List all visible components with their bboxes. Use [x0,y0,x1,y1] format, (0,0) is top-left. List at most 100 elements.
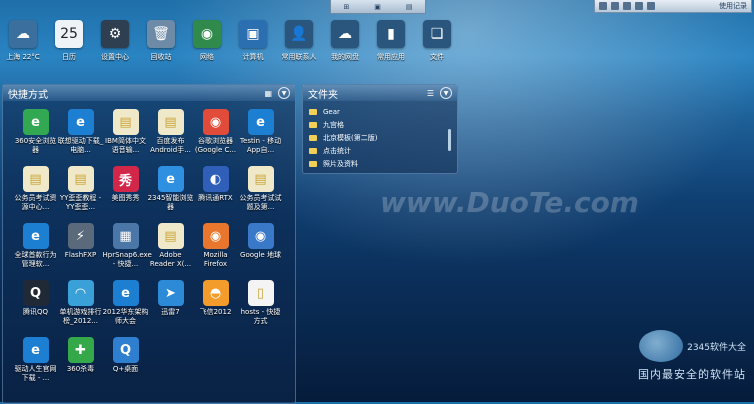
contacts-icon: 👤 [285,20,313,48]
shortcut-item[interactable]: ▤ YY歪歪教程 -YY歪歪... [58,166,103,223]
dock-item[interactable]: ☁ 上海 22°C [0,20,46,66]
folder-panel: 文件夹 ☰ ▼ Gear 九宫格 北京模板(第二版) 点击统计 照片及资料 [302,84,458,174]
shortcut-icon: ▤ [22,166,49,192]
folder-scrollbar[interactable] [448,129,451,151]
tray-icon-3[interactable] [623,2,631,10]
shortcut-item[interactable]: ▤ IBM简体中文语音输... [103,109,148,166]
shortcut-item[interactable]: Q Q+桌面 [103,337,148,394]
shortcut-item[interactable]: e 全球首款行为管理软... [13,223,58,280]
folder-icon [309,121,317,128]
shortcut-icon: e [157,166,184,192]
globe-icon: ◉ [193,20,221,48]
folder-icon [309,160,317,167]
grid-view-icon[interactable]: ▦ [264,89,272,98]
tray-login-text[interactable]: 使用记录 [719,1,747,11]
shortcut-item[interactable]: ✚ 360杀毒 [58,337,103,394]
dock-item[interactable]: ◉ 网络 [184,20,230,66]
tray-icon-5[interactable] [647,2,655,10]
shortcut-item[interactable]: ◉ Google 地球 [238,223,283,280]
shortcut-item[interactable]: ⚡ FlashFXP [58,223,103,280]
folder-item-label: 北京模板(第二版) [323,133,378,142]
shortcut-icon: e [112,280,139,306]
shortcut-item[interactable]: e 驱动人生官网下载 - ... [13,337,58,394]
dock-item-label: 网络 [200,53,214,61]
folder-item-label: Gear [323,107,340,116]
folder-item[interactable]: 照片及资料 [309,157,377,170]
shortcut-item[interactable]: ◉ 谷歌浏览器(Google C... [193,109,238,166]
top-center-bar: ⊞ ▣ ▤ [330,0,426,14]
shortcut-item[interactable]: ▤ 公务员考试资源中心... [13,166,58,223]
shortcut-label: Mozilla Firefox [203,251,228,268]
shortcut-item[interactable]: ▤ Adobe Reader X(... [148,223,193,280]
tray-icon-1[interactable] [599,2,607,10]
dock-item[interactable]: 👤 常用联系人 [276,20,322,66]
folder-item-label: 九宫格 [323,120,344,129]
gear-icon: ⚙ [101,20,129,48]
shortcut-item[interactable]: ◉ Mozilla Firefox [193,223,238,280]
dock-item-label: 文件 [430,53,444,61]
cloud-weather-icon: ☁ [9,20,37,48]
shortcut-item[interactable]: ◐ 腾讯通RTX [193,166,238,223]
folder-menu-icon[interactable]: ▼ [440,87,452,99]
dock-item[interactable]: ▣ 计算机 [230,20,276,66]
shortcut-item[interactable]: ▯ hosts - 快捷方式 [238,280,283,337]
bottom-slogan: 国内最安全的软件站 [638,368,746,381]
folder-item[interactable]: Gear [309,105,377,118]
dock-item[interactable]: 🗑 回收站 [138,20,184,66]
shortcut-item[interactable]: e 联想驱动下载_电脑... [58,109,103,166]
shortcut-item[interactable]: ▤ 公务员考试试题及第... [238,166,283,223]
shortcut-label: 公务员考试试题及第... [239,194,282,211]
shortcut-item[interactable]: ◠ 单机游戏排行榜_2012... [58,280,103,337]
shortcut-item[interactable]: ◓ 飞信2012 [193,280,238,337]
folder-item-label: 照片及资料 [323,159,358,168]
shortcut-item[interactable]: e 2012华东架构师大会 [103,280,148,337]
dock-item[interactable]: ⚙ 设置中心 [92,20,138,66]
dock-item[interactable]: ☁ 我的网盘 [322,20,368,66]
dock-item[interactable]: 25 日历 [46,20,92,66]
tray-icon-2[interactable] [611,2,619,10]
dock-item-label: 上海 22°C [6,53,40,61]
folder-item[interactable]: 点击统计 [309,144,377,157]
shortcut-label: 腾讯QQ [22,308,49,316]
shortcut-grid: e 360安全浏览器 e 联想驱动下载_电脑... ▤ IBM简体中文语音输... ▤ 百度发… [13,109,283,394]
panel-menu-icon[interactable]: ▼ [278,87,290,99]
shortcut-icon: ▤ [157,109,184,135]
top-dock: ☁ 上海 22°C 25 日历 ⚙ 设置中心 🗑 回收站 ◉ 网络 ▣ 计算机 👤 常用联系人 ☁ 我的网盘 ▮… [0,20,754,66]
shortcut-item[interactable]: Q 腾讯QQ [13,280,58,337]
list-view-icon[interactable]: ☰ [427,89,434,98]
shortcut-item[interactable]: ▤ 百度发布 Android手... [148,109,193,166]
app-icon[interactable]: ▤ [406,3,413,11]
folder-icon [309,134,317,141]
shortcut-item[interactable]: ▦ HprSnap6.exe - 快捷... [103,223,152,280]
shortcuts-title: 快捷方式 [8,89,48,101]
windows-icon[interactable]: ⊞ [343,3,349,11]
shortcut-icon: ▦ [112,223,139,249]
dock-item-label: 常用应用 [377,53,405,61]
dock-item[interactable]: ▮ 常用应用 [368,20,414,66]
shortcut-label: hosts - 快捷方式 [240,308,281,325]
folder-item[interactable]: 北京模板(第二版) [309,131,377,144]
shortcut-item[interactable]: e 360安全浏览器 [13,109,58,166]
shortcut-label: 联想驱动下载_电脑... [57,137,104,154]
shortcut-item[interactable]: e Testin - 移动App自... [238,109,283,166]
shortcut-label: Q+桌面 [112,365,139,373]
shortcut-item[interactable]: e 2345智能浏览器 [148,166,193,223]
shortcut-item[interactable]: ➤ 迅雷7 [148,280,193,337]
switch-icon[interactable]: ▣ [374,3,381,11]
shortcuts-panel-header: 快捷方式 ▦ ▼ [3,85,295,101]
dock-item[interactable]: ❏ 文件 [414,20,460,66]
shortcut-item[interactable]: 秀美图秀秀 [103,166,148,223]
shortcut-label: 飞信2012 [199,308,232,316]
folder-item[interactable]: 九宫格 [309,118,377,131]
shortcut-icon: ▤ [157,223,184,249]
shortcut-icon: ◓ [202,280,229,306]
shortcut-icon: ▤ [67,166,94,192]
watermark: www.DuoTe.com [380,186,639,219]
corner-logo-text: 2345软件大全 [687,342,746,353]
shortcut-icon: Q [22,280,49,306]
shortcut-label: 腾讯通RTX [198,194,233,202]
shortcut-icon: ✚ [67,337,94,363]
fish-logo-icon [639,330,684,362]
shortcut-icon: Q [112,337,139,363]
tray-icon-4[interactable] [635,2,643,10]
